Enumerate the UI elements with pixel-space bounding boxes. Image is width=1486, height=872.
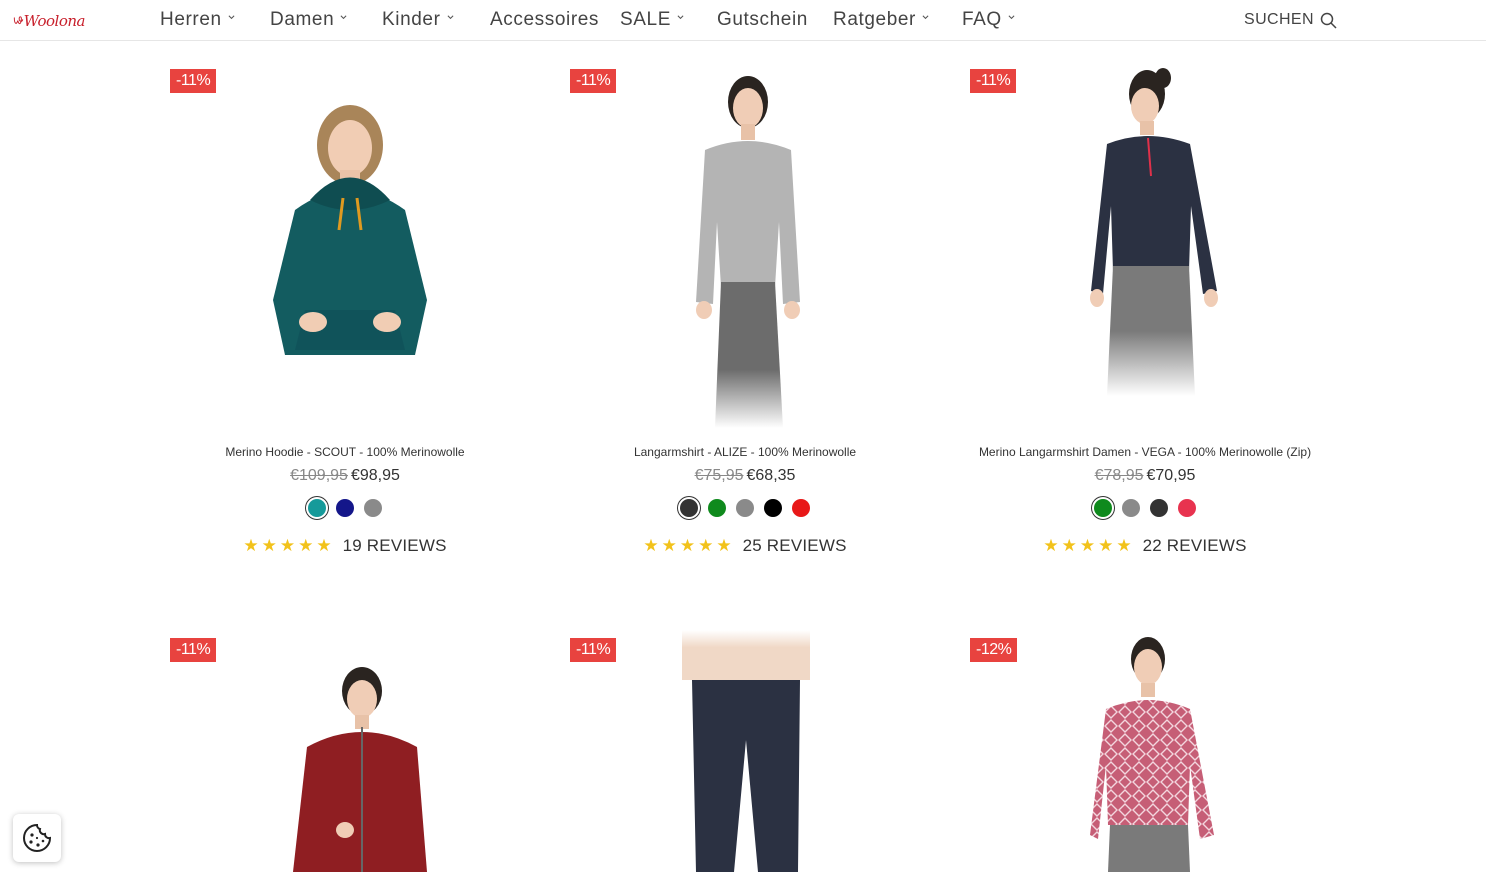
old-price: €75,95 [694,467,744,484]
color-swatch[interactable] [708,499,726,517]
product-price: €78,95 €70,95 [945,467,1345,485]
color-swatch[interactable] [1178,499,1196,517]
old-price: €78,95 [1094,467,1144,484]
search-label: SUCHEN [1244,11,1314,28]
nav-herren[interactable]: Herren [160,9,235,31]
old-price: €109,95 [290,467,348,484]
logo[interactable]: Woolona [13,5,86,37]
nav-accessoires[interactable]: Accessoires [490,9,599,31]
chevron-down-icon [228,14,235,19]
product-image[interactable] [678,630,813,872]
search-button[interactable]: SUCHEN [1244,11,1337,29]
color-swatch[interactable] [1150,499,1168,517]
rating-stars-icon: ★★★★★ [243,536,335,555]
color-swatch[interactable] [680,499,698,517]
color-swatch[interactable] [792,499,810,517]
nav-gutschein[interactable]: Gutschein [717,9,808,31]
nav-label: Ratgeber [833,9,916,30]
cookie-icon [23,823,52,852]
rating-stars-icon: ★★★★★ [643,536,735,555]
product-reviews[interactable]: ★★★★★ 25 REVIEWS [545,536,945,556]
nav-ratgeber[interactable]: Ratgeber [833,9,929,31]
review-count: 22 REVIEWS [1142,536,1247,555]
logo-text: Woolona [23,12,86,30]
nav-label: Herren [160,9,222,30]
product-reviews[interactable]: ★★★★★ 22 REVIEWS [945,536,1345,556]
sale-price: €68,35 [746,467,796,484]
color-swatch[interactable] [1094,499,1112,517]
color-swatch[interactable] [1122,499,1140,517]
rating-stars-icon: ★★★★★ [1043,536,1135,555]
product-image[interactable] [1085,66,1235,396]
color-swatch[interactable] [308,499,326,517]
product-price: €75,95 €68,35 [545,467,945,485]
color-swatches [1094,499,1196,517]
discount-badge: -11% [170,69,217,93]
chevron-down-icon [447,14,454,19]
discount-badge: -11% [970,69,1017,93]
chevron-down-icon [677,14,684,19]
product-title[interactable]: Merino Hoodie - SCOUT - 100% Merinowolle [145,445,545,459]
logo-mark-icon [13,16,24,25]
chevron-down-icon [922,14,929,19]
nav-label: Damen [270,9,335,30]
product-title[interactable]: Merino Langarmshirt Damen - VEGA - 100% … [945,445,1345,459]
color-swatches [308,499,382,517]
discount-badge: -11% [170,638,217,662]
review-count: 25 REVIEWS [742,536,847,555]
product-image[interactable] [675,72,825,428]
nav-label: Kinder [382,9,441,30]
discount-badge: -11% [570,69,617,93]
site-header: Woolona Herren Damen Kinder Accessoires … [0,0,1486,41]
sale-price: €98,95 [350,467,400,484]
discount-badge: -12% [970,638,1018,662]
search-icon [1320,12,1337,29]
color-swatch[interactable] [336,499,354,517]
discount-badge: -11% [570,638,617,662]
nav-label: SALE [620,9,671,30]
cookie-settings-button[interactable] [13,814,61,862]
chevron-down-icon [340,14,347,19]
nav-sale[interactable]: SALE [620,9,684,31]
nav-label: FAQ [962,9,1002,30]
nav-faq[interactable]: FAQ [962,9,1015,31]
product-image[interactable] [255,100,445,360]
product-price: €109,95 €98,95 [145,467,545,485]
color-swatch[interactable] [364,499,382,517]
color-swatch[interactable] [736,499,754,517]
product-image[interactable] [285,665,435,872]
sale-price: €70,95 [1146,467,1196,484]
product-image[interactable] [1090,635,1220,872]
color-swatches [680,499,810,517]
nav-label: Gutschein [717,9,808,30]
chevron-down-icon [1008,14,1015,19]
product-reviews[interactable]: ★★★★★ 19 REVIEWS [145,536,545,556]
nav-label: Accessoires [490,9,600,30]
review-count: 19 REVIEWS [342,536,447,555]
color-swatch[interactable] [764,499,782,517]
nav-kinder[interactable]: Kinder [382,9,454,31]
product-title[interactable]: Langarmshirt - ALIZE - 100% Merinowolle [545,445,945,459]
nav-damen[interactable]: Damen [270,9,347,31]
